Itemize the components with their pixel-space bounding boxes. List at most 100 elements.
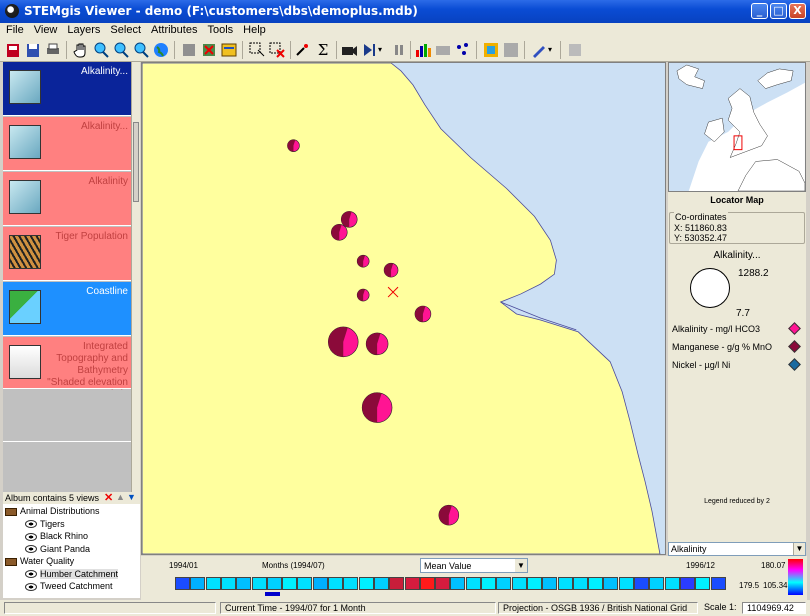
legend-select[interactable]: Alkalinity ▼ [668,542,806,556]
time-cell[interactable] [312,577,328,590]
sample-pie[interactable] [340,211,358,228]
time-cell[interactable] [297,577,313,590]
sample-pie[interactable] [383,262,399,278]
time-cell[interactable] [358,577,374,590]
sample-pie[interactable] [361,392,393,423]
view-item[interactable]: Integrated Topography and Bathymetry "Sh… [3,337,131,400]
menu-tools[interactable]: Tools [201,23,237,36]
time-cell[interactable] [251,577,267,590]
time-cell[interactable] [373,577,389,590]
aggregate-select[interactable]: Mean Value ▼ [420,558,528,573]
scroll-thumb[interactable] [133,122,139,202]
time-cell[interactable] [634,577,649,590]
sample-pie[interactable] [330,224,348,241]
minimize-button[interactable]: _ [751,3,768,19]
time-cell[interactable] [435,577,451,590]
pen-icon[interactable] [530,41,548,59]
query-icon[interactable] [294,41,312,59]
sigma-icon[interactable]: Σ [314,41,332,59]
time-cell[interactable] [328,577,343,590]
pause-icon[interactable] [390,41,408,59]
views-scrollbar[interactable] [131,62,140,492]
sample-pie[interactable] [365,332,389,356]
chevron-down-icon[interactable]: ▼ [515,559,527,572]
zoom-extent-icon[interactable] [132,41,150,59]
play-icon[interactable] [360,41,378,59]
time-cell[interactable] [419,577,435,590]
time-cell[interactable] [695,577,711,590]
view-item[interactable]: Alkalinity [3,172,131,226]
bar-chart-icon[interactable] [414,41,432,59]
menu-layers[interactable]: Layers [61,23,104,36]
tree-item[interactable]: Humber Catchment [25,568,119,579]
time-cell[interactable] [511,577,527,590]
time-cell[interactable] [220,577,236,590]
time-cell[interactable] [618,577,634,590]
time-cell[interactable] [389,577,405,590]
camera-icon[interactable] [340,41,358,59]
time-cell[interactable] [343,577,359,590]
surface-icon[interactable] [482,41,500,59]
chart-settings-icon[interactable] [434,41,452,59]
menu-file[interactable]: File [0,23,28,36]
time-cell[interactable] [190,577,206,590]
select-box-icon[interactable] [248,41,266,59]
time-cell[interactable] [266,577,282,590]
remove-layer-icon[interactable] [200,41,218,59]
menu-attributes[interactable]: Attributes [145,23,201,36]
close-button[interactable]: X [789,3,806,19]
print-icon[interactable] [44,41,62,59]
view-item[interactable]: Coastline [3,282,131,336]
sample-pie[interactable] [287,139,300,152]
time-cell[interactable] [205,577,221,590]
chevron-down-icon[interactable]: ▼ [793,543,805,555]
time-cell[interactable] [588,577,604,590]
time-cell[interactable] [282,577,298,590]
view-item[interactable]: Alkalinity... [3,117,131,171]
grid-icon[interactable] [502,41,520,59]
view-item[interactable]: Tiger Population [3,227,131,281]
time-cell[interactable] [572,577,588,590]
tree-item[interactable]: Giant Panda [25,544,90,554]
sample-pie[interactable] [438,504,460,526]
tree-item[interactable]: Tweed Catchment [25,581,113,591]
time-cell[interactable] [603,577,619,590]
time-cell[interactable] [649,577,665,590]
tree-item[interactable]: Black Rhino [25,531,88,541]
pen-dropdown-icon[interactable]: ▾ [548,41,556,59]
view-item[interactable]: Alkalinity... [3,62,131,116]
layers-icon[interactable] [220,41,238,59]
time-cell[interactable] [542,577,558,590]
pan-hand-icon[interactable] [72,41,90,59]
clear-selection-icon[interactable] [268,41,286,59]
time-cell[interactable] [481,577,496,590]
open-icon[interactable] [4,41,22,59]
time-cell[interactable] [526,577,542,590]
menu-select[interactable]: Select [104,23,145,36]
sample-pie[interactable] [356,288,370,302]
time-cell[interactable] [664,577,680,590]
menu-help[interactable]: Help [237,23,270,36]
export-icon[interactable] [566,41,584,59]
time-cell[interactable] [175,577,190,590]
time-cell[interactable] [710,577,726,590]
time-cell[interactable] [496,577,512,590]
zoom-out-icon[interactable] [112,41,130,59]
zoom-in-icon[interactable] [92,41,110,59]
maximize-button[interactable]: □ [770,3,787,19]
time-cell[interactable] [404,577,420,590]
time-cell[interactable] [679,577,695,590]
time-cell[interactable] [557,577,573,590]
locator-map[interactable] [668,62,806,192]
time-cell[interactable] [236,577,252,590]
points-icon[interactable] [454,41,472,59]
sample-pie[interactable] [328,326,359,358]
tree-folder[interactable]: Animal Distributions [5,506,100,516]
tree-item[interactable]: Tigers [25,519,65,529]
time-cell[interactable] [465,577,481,590]
menu-view[interactable]: View [28,23,62,36]
globe-icon[interactable] [152,41,170,59]
refresh-icon[interactable] [180,41,198,59]
map-canvas[interactable] [141,62,666,555]
move-down-icon[interactable]: ▼ [127,492,136,502]
